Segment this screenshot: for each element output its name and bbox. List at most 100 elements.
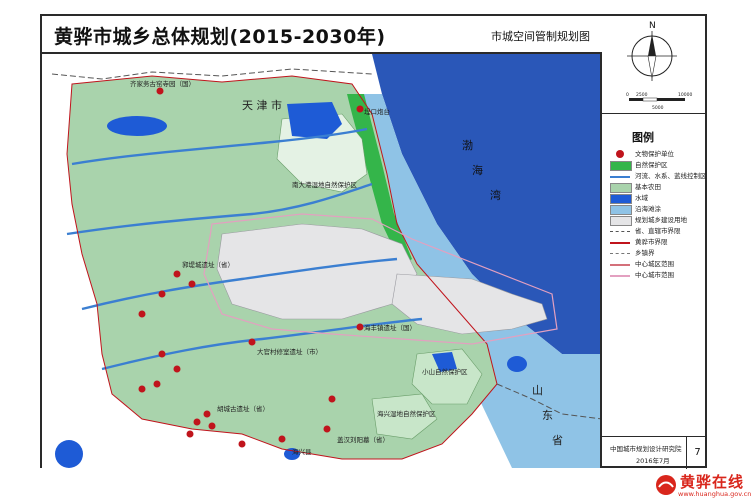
relic-dot[interactable] — [356, 323, 364, 331]
legend-swatch-icon — [610, 264, 630, 266]
map-subtitle: 市城空间管制规划图 — [491, 30, 590, 43]
scale-tick: 10000 — [678, 92, 692, 98]
relic-dot[interactable] — [238, 440, 246, 448]
legend-label: 河流、水系、蓝线控制区 — [635, 172, 707, 180]
north-arrow-icon: N 0 2500 5000 10000 — [626, 21, 692, 111]
institute-label: 中国城市规划设计研究院 — [610, 445, 682, 453]
haixing-label: 海兴县 — [292, 447, 312, 456]
legend-item: 省、直辖市界限 — [610, 226, 710, 236]
relic-label: 郛堤城遗址（省） — [182, 260, 234, 269]
relic-dot[interactable] — [156, 87, 164, 95]
legend-item: 河流、水系、蓝线控制区 — [610, 171, 710, 181]
map-sheet: 黄骅市城乡总体规划(2015-2030年) 市城空间管制规划图 天 津 市 渤 … — [40, 14, 707, 469]
watermark[interactable]: 黄骅在线 www.huanghua.gov.cn — [654, 470, 754, 500]
legend-swatch-icon — [610, 253, 630, 254]
relic-dot[interactable] — [278, 435, 286, 443]
side-panel: N 0 2500 5000 10000 图例 文物保护单位 自然保护区河流、水系、… — [602, 16, 707, 469]
date-label: 2016年7月 — [636, 457, 670, 465]
legend-item: 自然保护区 — [610, 160, 710, 171]
legend-label: 水域 — [635, 194, 648, 202]
legend-item: 水域 — [610, 193, 710, 204]
relic-dot[interactable] — [153, 380, 161, 388]
relic-dot[interactable] — [188, 280, 196, 288]
legend-label: 黄骅市界限 — [635, 238, 668, 246]
legend-label: 基本农田 — [635, 183, 661, 191]
watermark-url: www.huanghua.gov.cn — [678, 490, 752, 498]
legend-label: 规划城乡建设用地 — [635, 216, 687, 224]
shandong-label-2: 东 — [542, 409, 553, 422]
legend-label: 中心城市范围 — [635, 271, 674, 279]
legend-item: 乡镇界 — [610, 248, 710, 258]
relic-dot[interactable] — [248, 338, 256, 346]
relic-dot[interactable] — [208, 422, 216, 430]
relic-label: 埕口炮台 — [364, 107, 390, 116]
relic-label: 盖汉刘阳墓（省） — [337, 435, 389, 444]
legend-swatch-icon — [610, 231, 630, 232]
relic-dot[interactable] — [186, 430, 194, 438]
shandong-label-3: 省 — [552, 434, 563, 447]
legend-swatch-icon — [610, 183, 632, 193]
legend-label: 沿海滩涂 — [635, 205, 661, 213]
water-body — [507, 356, 527, 372]
legend-title: 图例 — [632, 131, 654, 144]
scale-tick: 2500 — [636, 92, 648, 98]
tianjin-label: 天 津 市 — [242, 98, 282, 112]
reserve-label: 南大港湿地自然保护区 — [292, 180, 358, 189]
legend-swatch-icon — [610, 242, 630, 244]
bohai-label-3: 湾 — [490, 188, 501, 202]
central-urban-area — [216, 223, 418, 320]
relic-dot[interactable] — [158, 290, 166, 298]
legend-label: 中心城区范围 — [635, 260, 674, 268]
relic-dot[interactable] — [138, 385, 146, 393]
legend-label: 文物保护单位 — [635, 150, 674, 158]
legend-label: 自然保护区 — [635, 161, 668, 169]
footer: 中国城市规划设计研究院 2016年7月 7 — [602, 436, 707, 469]
map-title: 黄骅市城乡总体规划(2015-2030年) — [54, 26, 386, 48]
legend-swatch-icon — [610, 176, 630, 178]
page-number: 7 — [686, 437, 708, 469]
relic-label: 齐家务古窑寺园（国） — [130, 79, 195, 88]
watermark-title: 黄骅在线 — [680, 473, 745, 491]
shandong-label-1: 山 — [532, 384, 543, 397]
relic-dot[interactable] — [203, 410, 211, 418]
legend-label: 省、直辖市界限 — [635, 227, 681, 235]
legend-swatch-icon — [616, 150, 624, 158]
legend-swatch-icon — [610, 194, 632, 204]
map-frame[interactable]: 天 津 市 渤 海 湾 山 东 省 海兴县 齐家务古窑寺园（国） 埕口炮台 郛堤… — [42, 54, 602, 468]
legend-item: 文物保护单位 — [610, 149, 710, 159]
relic-dot[interactable] — [328, 395, 336, 403]
bohai-label-2: 海 — [472, 163, 483, 177]
relic-dot[interactable] — [193, 418, 201, 426]
legend-item: 黄骅市界限 — [610, 237, 710, 247]
watermark-logo-icon — [656, 475, 676, 495]
relic-label: 胡城古遗址（省） — [217, 404, 269, 413]
north-label: N — [649, 21, 656, 31]
legend-label: 乡镇界 — [635, 249, 655, 257]
legend-item: 中心城区范围 — [610, 259, 710, 269]
relic-label: 海丰镇遗址（国） — [364, 323, 416, 332]
planning-map[interactable]: 天 津 市 渤 海 湾 山 东 省 海兴县 齐家务古窑寺园（国） 埕口炮台 郛堤… — [42, 54, 602, 468]
legend-swatch-icon — [610, 275, 630, 277]
water-body — [107, 116, 167, 136]
compass-box: N 0 2500 5000 10000 — [602, 16, 707, 114]
relic-dot[interactable] — [356, 105, 364, 113]
legend-item: 沿海滩涂 — [610, 204, 710, 215]
legend: 图例 文物保护单位 自然保护区河流、水系、蓝线控制区 基本农田水域沿海滩涂规划城乡建… — [602, 113, 707, 413]
bohai-label-1: 渤 — [462, 139, 473, 152]
relic-dot[interactable] — [158, 350, 166, 358]
reserve-label: 海兴湿地自然保护区 — [377, 409, 436, 418]
water-body — [55, 440, 83, 468]
relic-dot[interactable] — [138, 310, 146, 318]
legend-swatch-icon — [610, 161, 632, 171]
relic-dot[interactable] — [173, 365, 181, 373]
relic-label: 大官村修室遗址（市） — [257, 347, 322, 356]
scale-tick: 0 — [626, 92, 629, 98]
relic-dot[interactable] — [173, 270, 181, 278]
legend-swatch-icon — [610, 205, 632, 215]
title-bar: 黄骅市城乡总体规划(2015-2030年) 市城空间管制规划图 — [42, 16, 602, 54]
legend-item: 中心城市范围 — [610, 270, 710, 280]
relic-dot[interactable] — [323, 425, 331, 433]
legend-swatch-icon — [610, 216, 632, 226]
legend-item: 规划城乡建设用地 — [610, 215, 710, 226]
reserve-label: 小山自然保护区 — [422, 367, 468, 376]
